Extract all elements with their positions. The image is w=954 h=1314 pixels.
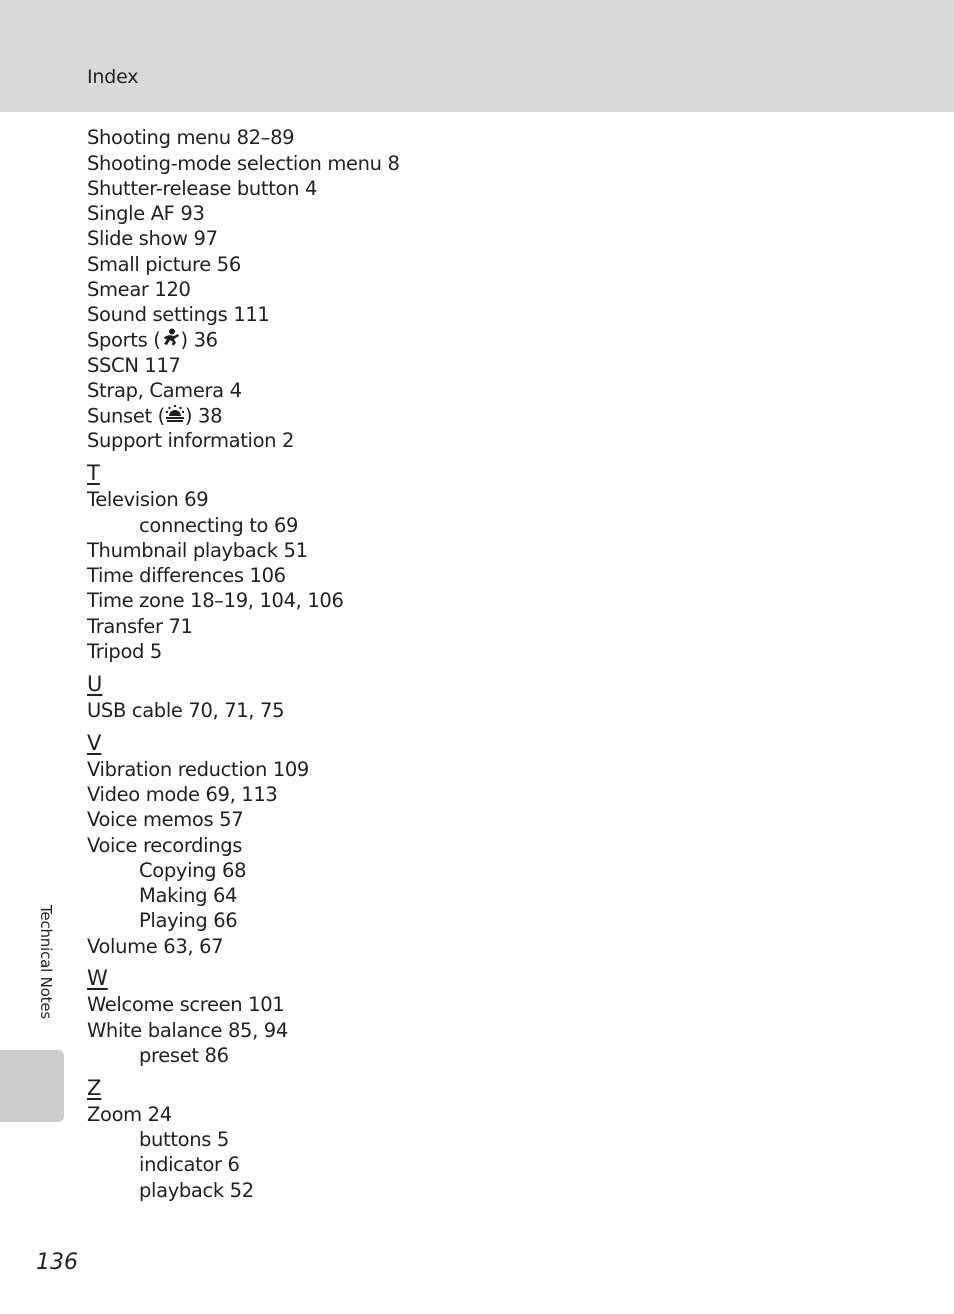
index-entry: Welcome screen 101 [87, 993, 285, 1016]
index-subentry: buttons 5 [139, 1128, 229, 1151]
sports-scene-icon [161, 328, 181, 354]
index-subentry: Copying 68 [139, 859, 247, 882]
index-entry: Sports ( ) 36 [87, 328, 218, 354]
index-letter-heading: V [87, 731, 102, 755]
index-entry: Zoom 24 [87, 1103, 172, 1126]
index-entry: Tripod 5 [87, 640, 162, 663]
index-letter-heading: T [87, 461, 100, 485]
entry-text-before: Sports ( [87, 328, 161, 352]
header-title: Index [87, 66, 139, 88]
index-subentry: playback 52 [139, 1179, 254, 1202]
index-entry: Time zone 18–19, 104, 106 [87, 589, 344, 612]
index-entry: Small picture 56 [87, 253, 241, 276]
index-subentry: Playing 66 [139, 909, 238, 932]
side-label-text: Technical Notes [37, 905, 55, 1019]
index-entry: Shooting-mode selection menu 8 [87, 152, 400, 175]
index-subentry: preset 86 [139, 1044, 229, 1067]
index-entry: Slide show 97 [87, 227, 218, 250]
index-entry: Sunset ( ) 38 [87, 404, 222, 430]
index-entry: Time differences 106 [87, 564, 286, 587]
page-header: Index [0, 0, 954, 112]
index-subentry: indicator 6 [139, 1153, 240, 1176]
index-letter-heading: W [87, 966, 108, 990]
index-entry: Sound settings 111 [87, 303, 270, 326]
index-entry: Video mode 69, 113 [87, 783, 278, 806]
index-entry: Vibration reduction 109 [87, 758, 309, 781]
index-entry: Television 69 [87, 488, 209, 511]
section-tab [0, 1050, 64, 1122]
section-side-label: Technical Notes [28, 905, 68, 1035]
index-entry: Support information 2 [87, 429, 295, 452]
index-entry: USB cable 70, 71, 75 [87, 699, 285, 722]
sunset-scene-icon [165, 404, 185, 430]
index-entry: Volume 63, 67 [87, 935, 224, 958]
page-number: 136 [36, 1250, 78, 1275]
entry-text-after: ) 36 [180, 328, 219, 352]
index-entry: Shooting menu 82–89 [87, 126, 295, 149]
index-entry: Voice memos 57 [87, 808, 244, 831]
index-subentry: Making 64 [139, 884, 238, 907]
index-entry: Voice recordings [87, 834, 243, 857]
index-entry: SSCN 117 [87, 354, 181, 377]
entry-text-after: ) 38 [184, 404, 223, 428]
index-entry: Thumbnail playback 51 [87, 539, 308, 562]
index-letter-heading: U [87, 672, 103, 696]
index-subentry: connecting to 69 [139, 514, 299, 537]
index-entry: Shutter-release button 4 [87, 177, 318, 200]
index-entry: Transfer 71 [87, 615, 193, 638]
index-entry: Strap, Camera 4 [87, 379, 242, 402]
entry-text-before: Sunset ( [87, 404, 165, 428]
index-entry: White balance 85, 94 [87, 1019, 288, 1042]
index-entry: Smear 120 [87, 278, 191, 301]
index-entry: Single AF 93 [87, 202, 205, 225]
index-letter-heading: Z [87, 1076, 102, 1100]
